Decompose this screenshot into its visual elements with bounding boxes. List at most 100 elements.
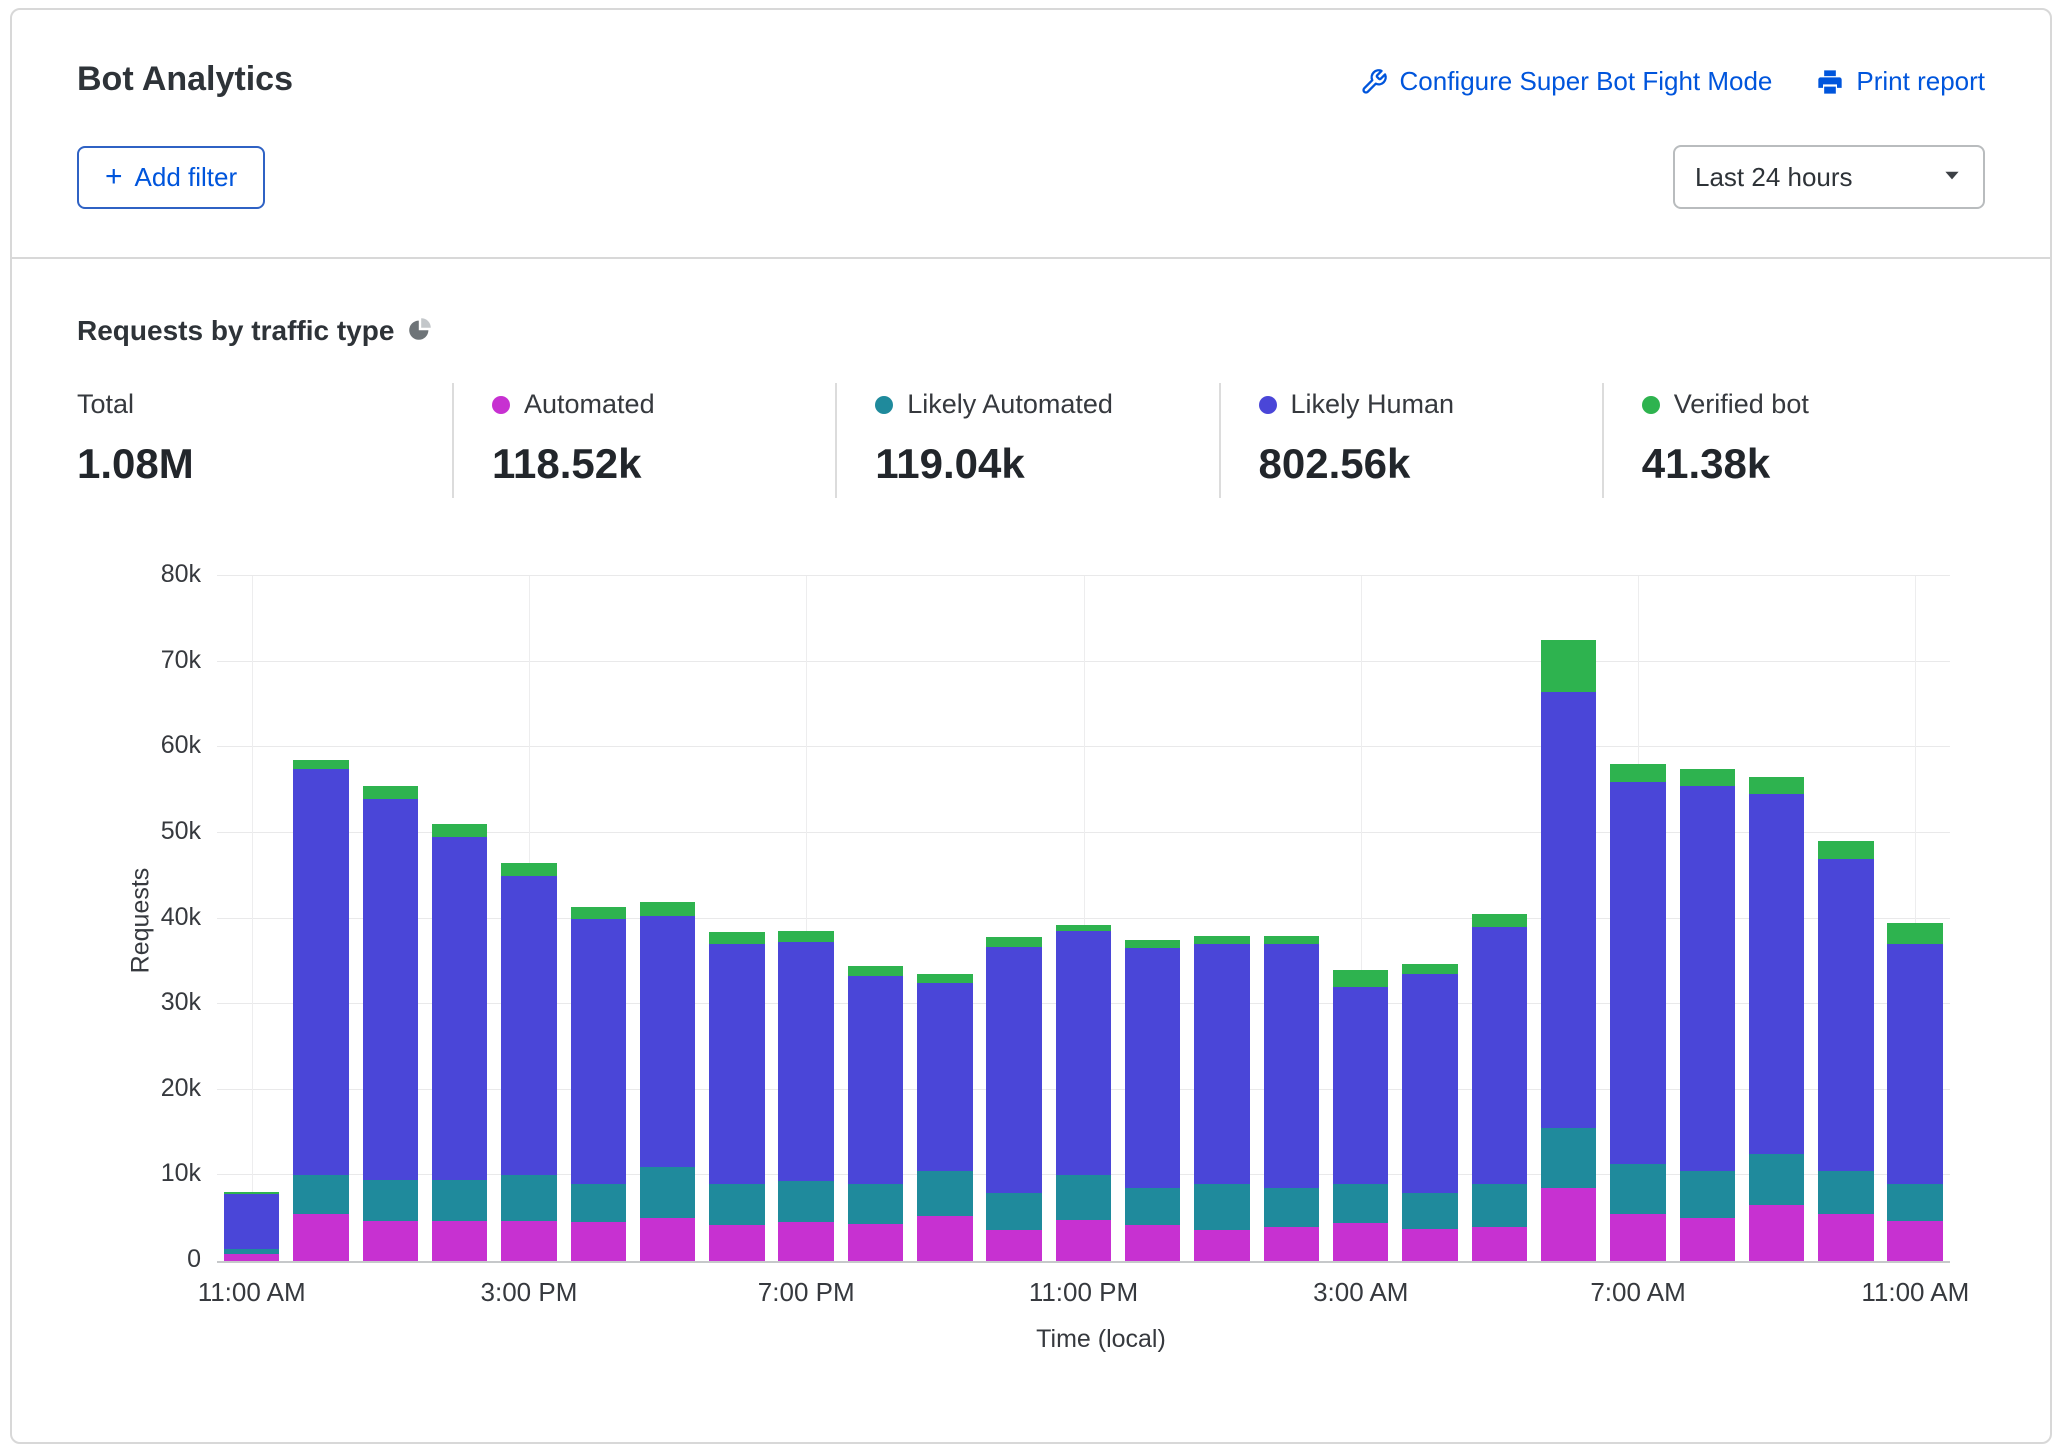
bar-segment-verified-bot xyxy=(1125,940,1180,949)
stacked-bar-6 xyxy=(640,576,695,1261)
x-tick-label: 7:00 AM xyxy=(1590,1277,1685,1308)
bar-slot xyxy=(772,576,841,1261)
traffic-type-legend: Total1.08MAutomated118.52kLikely Automat… xyxy=(77,383,1985,498)
bar-segment-verified-bot xyxy=(1056,925,1111,932)
bar-segment-likely-human xyxy=(293,769,348,1176)
stat-label: Likely Automated xyxy=(907,389,1113,420)
bar-segment-likely-human xyxy=(778,942,833,1182)
bar-segment-likely-automated xyxy=(1472,1184,1527,1227)
stacked-bar-20 xyxy=(1610,576,1665,1261)
bar-segment-likely-human xyxy=(1887,944,1942,1184)
printer-icon xyxy=(1816,68,1844,96)
add-filter-button[interactable]: + Add filter xyxy=(77,146,265,209)
bar-segment-likely-automated xyxy=(1194,1184,1249,1230)
bar-segment-automated xyxy=(224,1254,279,1261)
bar-slot xyxy=(1811,576,1880,1261)
stat-verified-bot: Verified bot41.38k xyxy=(1602,383,1985,498)
bar-segment-likely-human xyxy=(501,876,556,1176)
bar-segment-likely-human xyxy=(1402,974,1457,1192)
bar-segment-verified-bot xyxy=(1402,964,1457,974)
bar-segment-likely-automated xyxy=(1541,1128,1596,1188)
bar-segment-verified-bot xyxy=(1264,936,1319,945)
stat-label-row: Automated xyxy=(492,389,835,420)
time-range-value: Last 24 hours xyxy=(1695,162,1853,193)
bar-segment-verified-bot xyxy=(432,824,487,837)
stacked-bar-17 xyxy=(1402,576,1457,1261)
bar-segment-likely-automated xyxy=(917,1171,972,1216)
section-title: Requests by traffic type xyxy=(77,315,394,347)
requests-chart: Requests 010k20k30k40k50k60k70k80k11:00 … xyxy=(77,576,1985,1263)
bar-slot xyxy=(979,576,1048,1261)
bar-segment-automated xyxy=(1680,1218,1735,1261)
legend-dot-verified-bot xyxy=(1642,396,1660,414)
y-tick-label: 30k xyxy=(111,988,201,1017)
bar-segment-likely-human xyxy=(1472,927,1527,1184)
stacked-bar-12 xyxy=(1056,576,1111,1261)
stacked-bar-7 xyxy=(709,576,764,1261)
bar-segment-automated xyxy=(640,1218,695,1261)
stat-label-row: Verified bot xyxy=(1642,389,1985,420)
stat-label-row: Likely Automated xyxy=(875,389,1218,420)
bar-slot xyxy=(494,576,563,1261)
stat-automated: Automated118.52k xyxy=(452,383,835,498)
bar-slot xyxy=(841,576,910,1261)
bar-segment-verified-bot xyxy=(640,902,695,916)
bar-segment-likely-automated xyxy=(848,1184,903,1224)
stat-label: Likely Human xyxy=(1291,389,1455,420)
stacked-bar-2 xyxy=(363,576,418,1261)
bar-segment-likely-automated xyxy=(293,1175,348,1214)
bar-segment-likely-human xyxy=(1818,859,1873,1172)
bot-analytics-card: Bot Analytics Configure Super Bot Fight … xyxy=(10,8,2052,1444)
bar-segment-automated xyxy=(709,1225,764,1261)
bar-segment-likely-automated xyxy=(709,1184,764,1225)
bar-segment-likely-automated xyxy=(1125,1188,1180,1225)
bar-segment-likely-automated xyxy=(571,1184,626,1223)
bar-segment-likely-automated xyxy=(986,1193,1041,1231)
bar-segment-verified-bot xyxy=(1818,841,1873,858)
bar-segment-automated xyxy=(1264,1227,1319,1261)
y-tick-label: 50k xyxy=(111,817,201,846)
y-tick-label: 10k xyxy=(111,1159,201,1188)
bar-slot xyxy=(1326,576,1395,1261)
bar-segment-verified-bot xyxy=(778,931,833,942)
bar-segment-likely-automated xyxy=(1818,1171,1873,1214)
bar-segment-likely-human xyxy=(1264,944,1319,1188)
bar-segment-likely-human xyxy=(1333,987,1388,1184)
bar-slot xyxy=(1257,576,1326,1261)
bar-slot xyxy=(564,576,633,1261)
bar-segment-automated xyxy=(1610,1214,1665,1261)
configure-super-bot-fight-mode-link[interactable]: Configure Super Bot Fight Mode xyxy=(1360,66,1773,97)
bars-container xyxy=(217,576,1950,1261)
bar-slot xyxy=(910,576,979,1261)
bar-segment-automated xyxy=(1333,1223,1388,1261)
stat-label: Verified bot xyxy=(1674,389,1809,420)
bar-segment-likely-automated xyxy=(501,1175,556,1220)
bar-slot xyxy=(1465,576,1534,1261)
bar-segment-likely-human xyxy=(986,947,1041,1193)
print-report-link[interactable]: Print report xyxy=(1816,66,1985,97)
y-tick-label: 40k xyxy=(111,903,201,932)
bar-segment-likely-human xyxy=(1541,692,1596,1129)
bar-segment-automated xyxy=(1472,1227,1527,1261)
bar-segment-verified-bot xyxy=(1887,923,1942,944)
x-tick-label: 11:00 PM xyxy=(1029,1277,1138,1308)
stacked-bar-14 xyxy=(1194,576,1249,1261)
stat-value-likely-human: 802.56k xyxy=(1259,440,1602,488)
bar-slot xyxy=(1742,576,1811,1261)
bar-segment-automated xyxy=(571,1222,626,1261)
stacked-bar-18 xyxy=(1472,576,1527,1261)
bar-segment-verified-bot xyxy=(848,966,903,976)
bar-segment-likely-human xyxy=(1680,786,1735,1171)
bar-segment-likely-automated xyxy=(1333,1184,1388,1223)
x-tick-label: 3:00 AM xyxy=(1313,1277,1408,1308)
bar-segment-likely-human xyxy=(224,1194,279,1249)
bar-slot xyxy=(1534,576,1603,1261)
bar-segment-verified-bot xyxy=(1333,970,1388,987)
bar-segment-automated xyxy=(1125,1225,1180,1261)
bar-segment-likely-human xyxy=(848,976,903,1184)
stat-value-total: 1.08M xyxy=(77,440,452,488)
bar-segment-likely-automated xyxy=(432,1180,487,1221)
bar-segment-automated xyxy=(1194,1230,1249,1261)
time-range-select[interactable]: Last 24 hours xyxy=(1673,145,1985,209)
legend-dot-automated xyxy=(492,396,510,414)
